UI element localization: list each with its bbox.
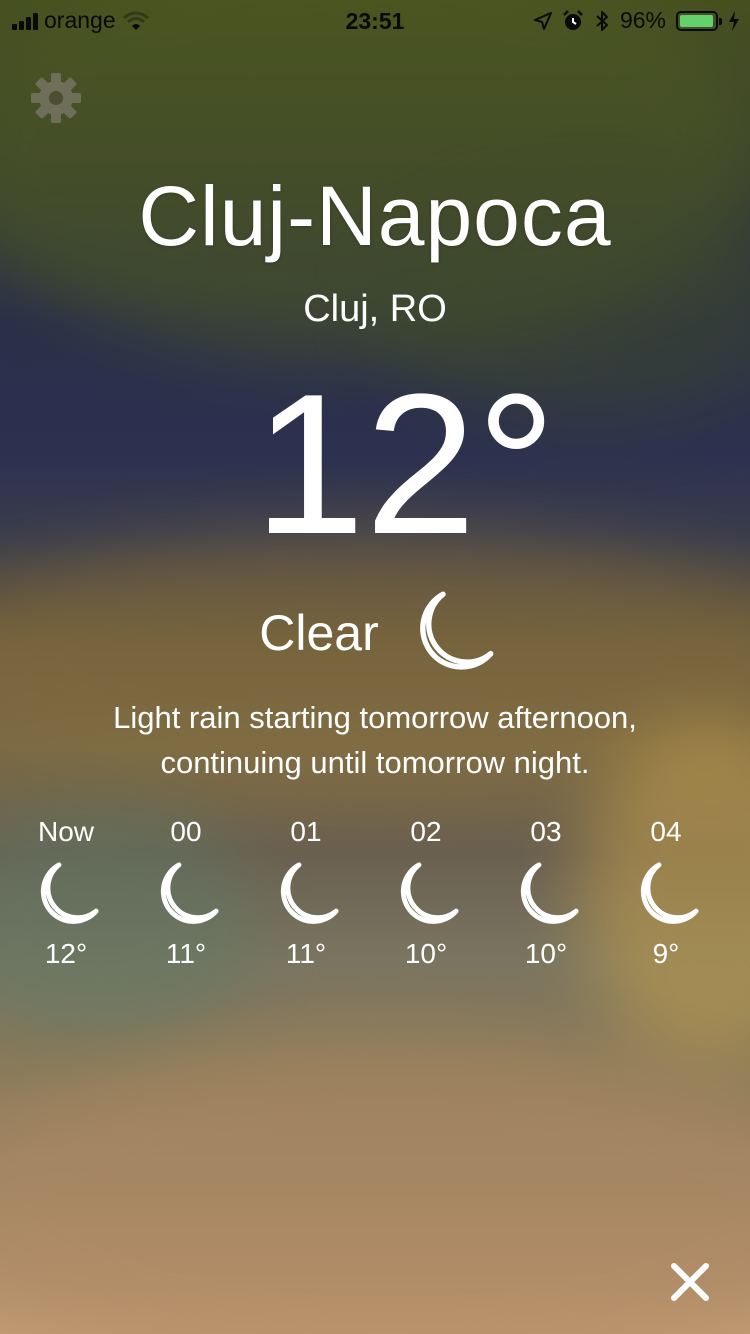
hour-label: 03 <box>530 816 562 847</box>
moon-icon <box>400 862 459 924</box>
hourly-forecast: Now 12° 00 11° 01 11° 02 10° 03 10° 04 9… <box>6 812 726 970</box>
current-condition: Clear <box>0 588 750 678</box>
hourly-item: 02 10° <box>366 812 486 970</box>
close-icon[interactable] <box>668 1260 712 1304</box>
moon-icon <box>40 862 99 924</box>
battery-fill <box>680 14 713 27</box>
charging-bolt-icon <box>729 10 739 31</box>
bluetooth-icon <box>596 10 608 31</box>
hour-label: 00 <box>170 816 202 847</box>
city-name: Cluj-Napoca <box>138 169 612 263</box>
forecast-summary: Light rain starting tomorrow afternoon, … <box>113 700 637 780</box>
hour-label: Now <box>37 816 94 847</box>
current-temperature: 12° <box>253 353 557 576</box>
hour-label: 04 <box>650 816 682 847</box>
moon-icon <box>160 862 219 924</box>
hour-temperature: 10° <box>404 938 448 969</box>
moon-icon <box>520 862 579 924</box>
hour-label: 01 <box>290 816 322 847</box>
moon-icon <box>280 862 339 924</box>
hour-temperature: 9° <box>652 938 680 969</box>
hour-temperature: 12° <box>44 938 88 969</box>
moon-icon <box>640 862 699 924</box>
condition-label: Clear <box>259 605 379 661</box>
hour-temperature: 11° <box>285 938 327 969</box>
hourly-item: 00 11° <box>126 812 246 970</box>
hour-temperature: 11° <box>165 938 207 969</box>
hourly-item: Now 12° <box>6 812 126 970</box>
region-name: Cluj, RO <box>303 288 447 330</box>
battery-percent: 96% <box>619 7 666 33</box>
battery-icon <box>676 10 722 31</box>
hour-temperature: 10° <box>524 938 568 969</box>
status-bar: orange 23:51 96% <box>0 0 750 42</box>
hourly-item: 01 11° <box>246 812 366 970</box>
location-arrow-icon <box>533 11 552 30</box>
hour-label: 02 <box>410 816 442 847</box>
moon-icon <box>419 591 494 670</box>
hourly-item: 04 9° <box>606 812 726 970</box>
alarm-icon <box>563 9 583 30</box>
hourly-item: 03 10° <box>486 812 606 970</box>
gear-icon[interactable] <box>30 72 82 124</box>
